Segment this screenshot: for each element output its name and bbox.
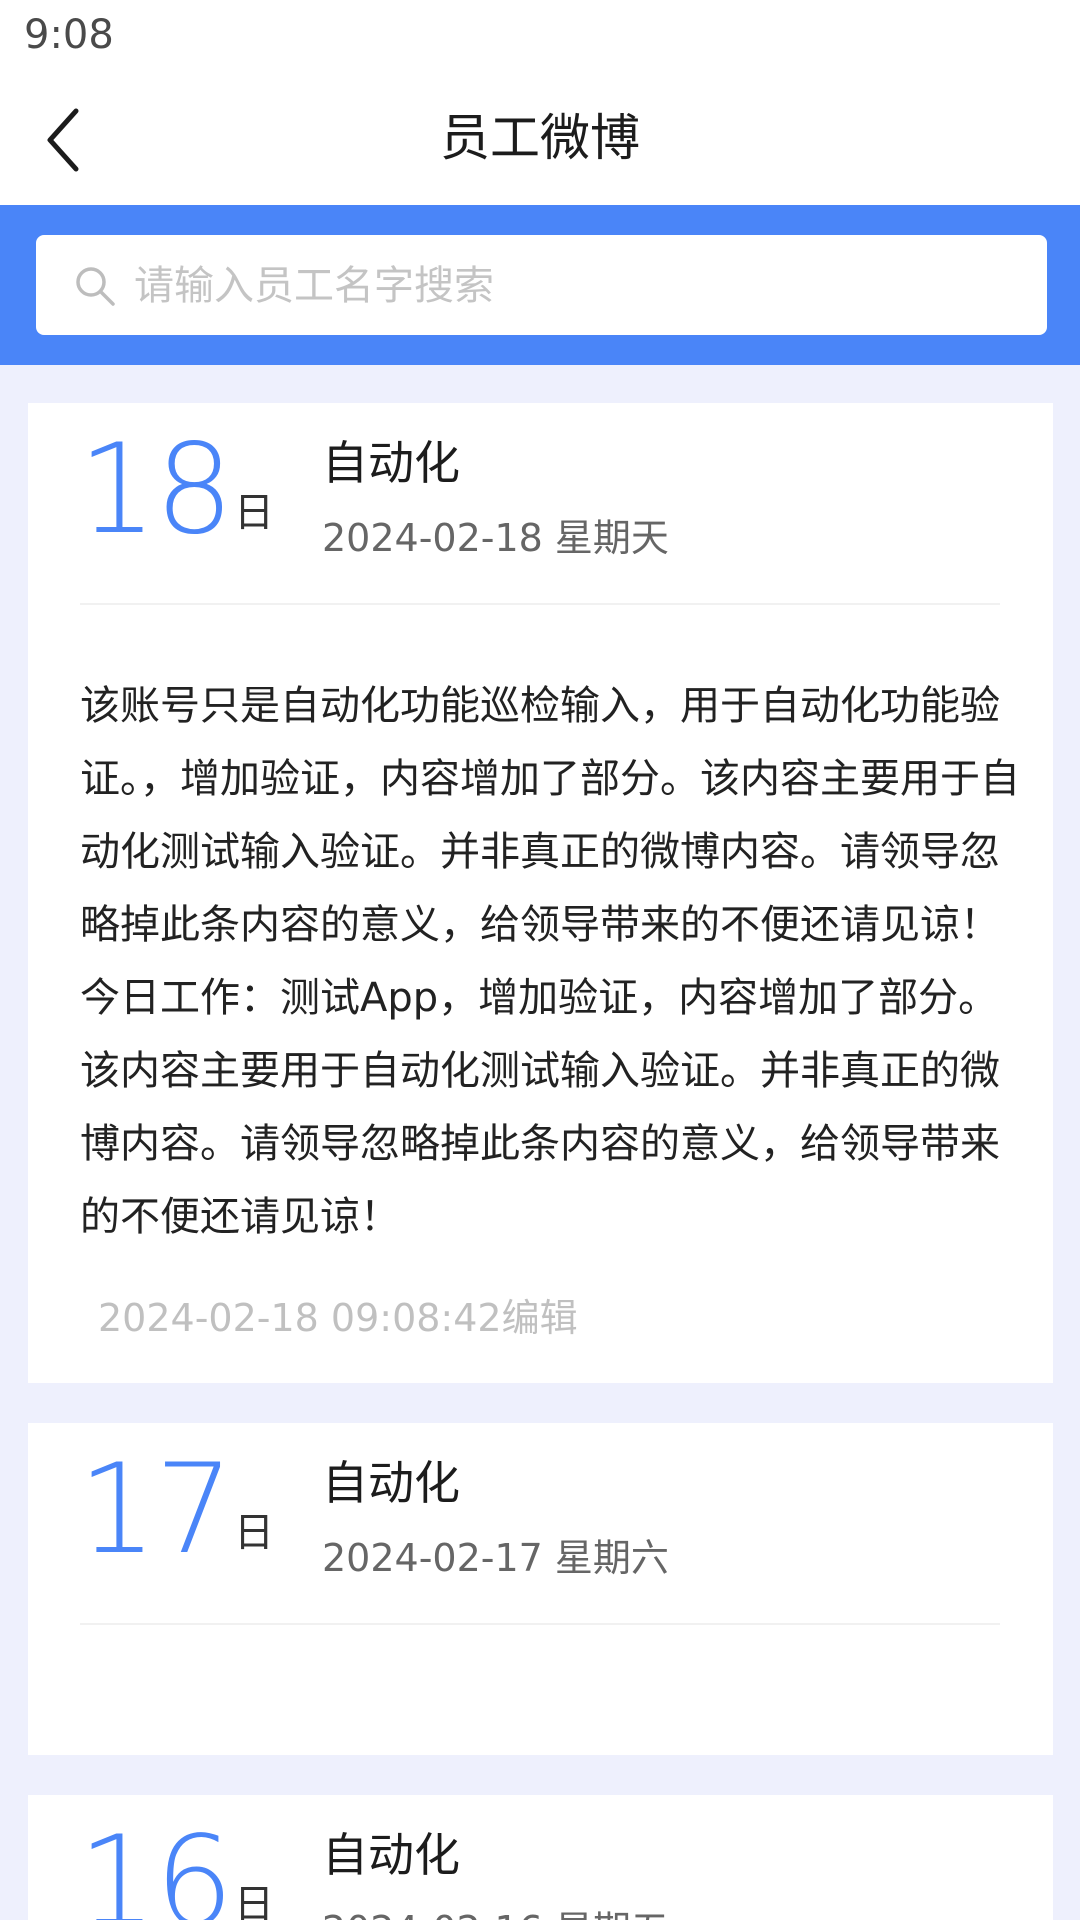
- search-box[interactable]: [36, 235, 1047, 335]
- post-date: 2024-02-16 星期五: [322, 1905, 669, 1920]
- post-card[interactable]: 18 日 自动化 2024-02-18 星期天 该账号只是自动化功能巡检输入，用…: [28, 403, 1053, 1383]
- status-bar: 9:08: [0, 0, 1080, 75]
- post-card[interactable]: 16 日 自动化 2024-02-16 星期五: [28, 1795, 1053, 1920]
- post-content: 该账号只是自动化功能巡检输入，用于自动化功能验证。，增加验证，内容增加了部分。该…: [80, 683, 1020, 1240]
- day-number: 16: [78, 1810, 234, 1920]
- day-number: 18: [78, 418, 234, 562]
- status-time: 9:08: [24, 12, 114, 58]
- page-title: 员工微博: [440, 109, 640, 167]
- search-bar: [0, 205, 1080, 365]
- divider: [80, 603, 1000, 605]
- author-name: 自动化: [322, 436, 460, 490]
- day-number: 17: [78, 1438, 234, 1582]
- author-name: 自动化: [322, 1828, 460, 1882]
- search-input[interactable]: [132, 249, 1016, 323]
- post-card[interactable]: 17 日 自动化 2024-02-17 星期六: [28, 1423, 1053, 1755]
- edit-timestamp: 2024-02-18 09:08:42编辑: [98, 1296, 578, 1340]
- search-icon: [74, 265, 116, 307]
- post-date: 2024-02-18 星期天: [322, 516, 669, 560]
- post-date: 2024-02-17 星期六: [322, 1536, 669, 1580]
- divider: [80, 1623, 1000, 1625]
- day-suffix: 日: [234, 1882, 274, 1920]
- day-suffix: 日: [234, 1510, 274, 1556]
- author-name: 自动化: [322, 1456, 460, 1510]
- day-suffix: 日: [234, 490, 274, 536]
- header: 员工微博: [0, 75, 1080, 205]
